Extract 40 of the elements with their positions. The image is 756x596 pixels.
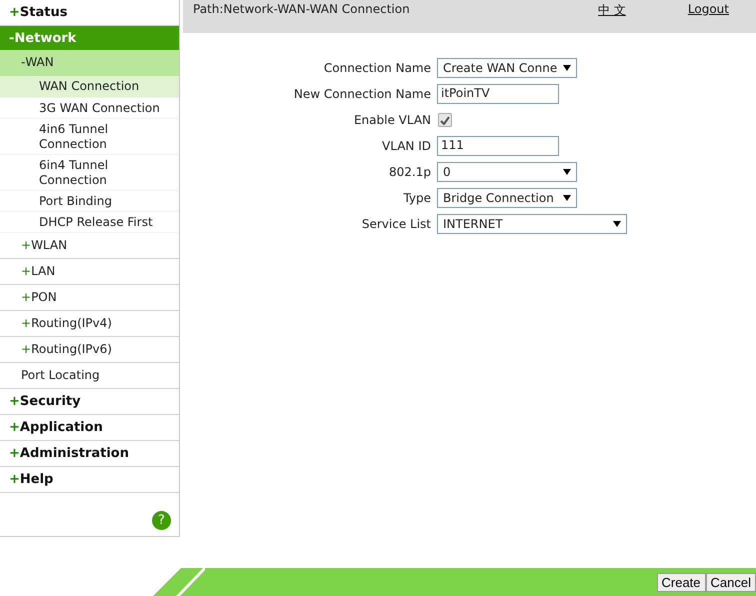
footer-button[interactable]: Cancel: [706, 572, 756, 592]
nav-item[interactable]: +Routing(IPv6): [0, 337, 179, 363]
nav-item[interactable]: -WAN: [0, 50, 179, 76]
nav-item[interactable]: +Security: [0, 389, 179, 415]
dropdown[interactable]: 0: [437, 162, 577, 182]
field-label: Enable VLAN: [352, 113, 431, 127]
nav-item[interactable]: DHCP Release First: [0, 212, 179, 233]
field-label: Service List: [360, 217, 431, 231]
input-field[interactable]: 111: [437, 136, 559, 156]
field-label: Type: [402, 191, 431, 205]
nav-item[interactable]: 3G WAN Connection: [0, 98, 179, 119]
nav-item[interactable]: +Administration: [0, 441, 179, 467]
field-label: VLAN ID: [381, 139, 431, 153]
nav-item[interactable]: +Application: [0, 415, 179, 441]
breadcrumb-path: Path:Network-WAN-WAN Connection: [193, 2, 411, 16]
dropdown[interactable]: Create WAN Conne: [437, 58, 577, 78]
nav-item[interactable]: 6in4 Tunnel Connection: [0, 155, 179, 191]
field-label: New Connection Name: [292, 87, 431, 101]
caret-icon: [613, 221, 621, 227]
dropdown[interactable]: INTERNET: [437, 214, 627, 234]
nav-item[interactable]: WAN Connection: [0, 76, 179, 98]
nav-item[interactable]: +LAN: [0, 259, 179, 285]
nav-item[interactable]: Port Binding: [0, 191, 179, 212]
field-label: 802.1p: [388, 165, 431, 179]
nav-item[interactable]: Port Locating: [0, 363, 179, 389]
dropdown[interactable]: Bridge Connection: [437, 188, 577, 208]
nav-item[interactable]: +Routing(IPv4): [0, 311, 179, 337]
nav-item[interactable]: +Help: [0, 467, 179, 493]
field-label: Connection Name: [322, 61, 431, 75]
input-field[interactable]: itPoinTV: [437, 84, 559, 104]
logout-link[interactable]: Logout: [688, 2, 729, 16]
caret-icon: [563, 65, 571, 71]
footer-button[interactable]: Create: [656, 572, 706, 592]
checkbox[interactable]: [438, 113, 452, 127]
caret-icon: [563, 169, 571, 175]
nav-item[interactable]: +WLAN: [0, 233, 179, 259]
nav-item[interactable]: +PON: [0, 285, 179, 311]
caret-icon: [563, 195, 571, 201]
language-link[interactable]: 中 文: [598, 2, 626, 19]
nav-item[interactable]: 4in6 Tunnel Connection: [0, 119, 179, 155]
